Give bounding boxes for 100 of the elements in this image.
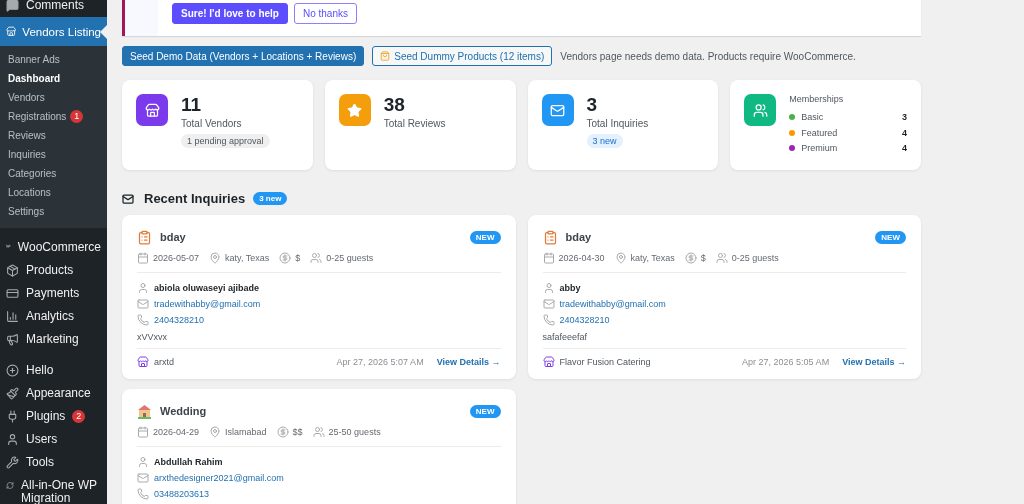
menu-item[interactable]: Analytics xyxy=(0,305,107,328)
submenu-item[interactable]: Locations xyxy=(0,183,107,202)
submenu-item[interactable]: Categories xyxy=(0,164,107,183)
phone-link[interactable]: 03488203613 xyxy=(154,489,210,499)
new-count-badge: 3 new xyxy=(253,192,288,205)
menu-item[interactable]: Marketing xyxy=(0,328,107,351)
menu-icon xyxy=(6,287,19,300)
customer-name: abiola oluwaseyi ajibade xyxy=(154,283,260,293)
section-title: Recent Inquiries xyxy=(144,191,246,206)
phone-icon xyxy=(542,314,555,326)
menu-label: Analytics xyxy=(26,310,75,323)
menu-label: Users xyxy=(26,433,58,446)
vendor-name: arxtd xyxy=(154,357,175,367)
venue-icon xyxy=(137,403,152,419)
menu-item[interactable]: Users xyxy=(0,428,107,451)
store-icon xyxy=(542,356,555,368)
menu-item[interactable]: WooCommerce xyxy=(0,236,107,259)
stat-badge: 1 pending approval xyxy=(181,134,270,148)
menu-item[interactable]: Hello xyxy=(0,359,107,382)
comment-icon xyxy=(6,0,19,12)
menu-icon xyxy=(6,479,15,492)
location-pin-icon xyxy=(209,426,222,438)
stat-badge: 3 new xyxy=(586,134,623,148)
submenu-item[interactable]: Settings xyxy=(0,202,107,221)
membership-name: Basic xyxy=(801,111,825,122)
email-link[interactable]: tradewithabby@gmail.com xyxy=(559,299,666,309)
new-badge: NEW xyxy=(469,230,501,244)
guests-icon xyxy=(715,252,728,264)
menu-item[interactable]: Products xyxy=(0,259,107,282)
submenu-item[interactable]: Registrations 1 xyxy=(0,107,107,126)
notice-button[interactable]: Sure! I'd love to help xyxy=(172,3,288,24)
clipboard-icon xyxy=(542,229,558,245)
phone-link[interactable]: 2404328210 xyxy=(559,315,610,325)
menu-label: Payments xyxy=(26,287,80,300)
inquiry-message: safafeeefaf xyxy=(542,332,589,342)
menu-item[interactable]: Tools xyxy=(0,451,107,474)
inquiry-title: bday xyxy=(160,231,187,243)
submenu-item[interactable]: Banner Ads xyxy=(0,50,107,69)
inquiry-time: Apr 27, 2026 5:07 AM xyxy=(336,357,424,367)
email-link[interactable]: tradewithabby@gmail.com xyxy=(154,299,261,309)
menu-icon xyxy=(6,333,19,346)
notice-button[interactable]: No thanks xyxy=(293,3,357,24)
clipboard-icon xyxy=(137,229,152,245)
dollar-icon xyxy=(276,426,289,438)
stat-title: Memberships xyxy=(789,94,844,104)
menu-icon xyxy=(6,364,19,377)
view-details-link[interactable]: View Details → xyxy=(842,357,906,367)
customer-name: Abdullah Rahim xyxy=(154,457,223,467)
stat-label: Total Vendors xyxy=(181,118,242,129)
submenu-item[interactable]: Dashboard xyxy=(0,69,107,88)
membership-name: Premium xyxy=(801,143,839,154)
menu-item[interactable]: Payments xyxy=(0,282,107,305)
person-icon xyxy=(542,282,555,294)
seed-button[interactable]: Seed Dummy Products (12 items) xyxy=(372,46,553,66)
menu-label: Products xyxy=(26,264,74,277)
phone-link[interactable]: 2404328210 xyxy=(154,315,205,325)
envelope-icon xyxy=(122,192,134,205)
dollar-icon xyxy=(684,252,697,264)
new-badge: NEW xyxy=(469,404,501,418)
menu-item[interactable]: All-in-One WP Migration xyxy=(0,474,107,504)
guest-count: 0-25 guests xyxy=(731,253,779,263)
menu-icon xyxy=(6,410,19,423)
mail-icon xyxy=(137,472,149,484)
current-menu-item[interactable]: Vendors Listing xyxy=(0,17,107,46)
view-details-link[interactable]: View Details → xyxy=(436,357,501,367)
membership-count: 3 xyxy=(902,111,907,122)
menu-item[interactable]: Plugins 2 xyxy=(0,405,107,428)
menu-label: Comments xyxy=(26,0,84,12)
guest-count: 0-25 guests xyxy=(326,253,374,263)
membership-count: 4 xyxy=(902,127,907,138)
submenu-item[interactable]: Vendors xyxy=(0,88,107,107)
location-pin-icon xyxy=(209,252,222,264)
event-location: katy, Texas xyxy=(630,253,675,263)
inquiry-title: Wedding xyxy=(160,405,208,417)
inquiry-time: Apr 27, 2026 5:05 AM xyxy=(742,357,830,367)
email-link[interactable]: arxthedesigner2021@gmail.com xyxy=(154,473,284,483)
submenu-item[interactable]: Inquiries xyxy=(0,145,107,164)
event-location: katy, Texas xyxy=(225,253,270,263)
new-badge: NEW xyxy=(875,230,906,244)
stat-label: Total Inquiries xyxy=(586,118,649,129)
menu-label: Tools xyxy=(26,456,54,469)
stat-label: Total Reviews xyxy=(383,118,446,129)
mail-icon xyxy=(137,298,149,310)
submenu-item[interactable]: Reviews xyxy=(0,126,107,145)
menu-item[interactable]: Appearance xyxy=(0,382,107,405)
menu-icon xyxy=(6,387,19,400)
calendar-icon xyxy=(137,252,149,264)
menu-icon xyxy=(6,456,19,469)
menu-label: Appearance xyxy=(26,387,91,400)
budget: $$ xyxy=(292,427,303,437)
store-icon xyxy=(6,25,17,38)
membership-count: 4 xyxy=(902,143,907,154)
event-date: 2026-05-07 xyxy=(153,253,200,263)
stat-value: 38 xyxy=(383,94,405,116)
budget: $ xyxy=(700,253,706,263)
menu-item[interactable]: Comments xyxy=(0,0,107,17)
location-pin-icon xyxy=(614,252,627,264)
menu-label: Plugins xyxy=(26,410,66,423)
seed-button[interactable]: Seed Demo Data (Vendors + Locations + Reviews) xyxy=(122,46,365,66)
menu-icon xyxy=(6,433,19,446)
